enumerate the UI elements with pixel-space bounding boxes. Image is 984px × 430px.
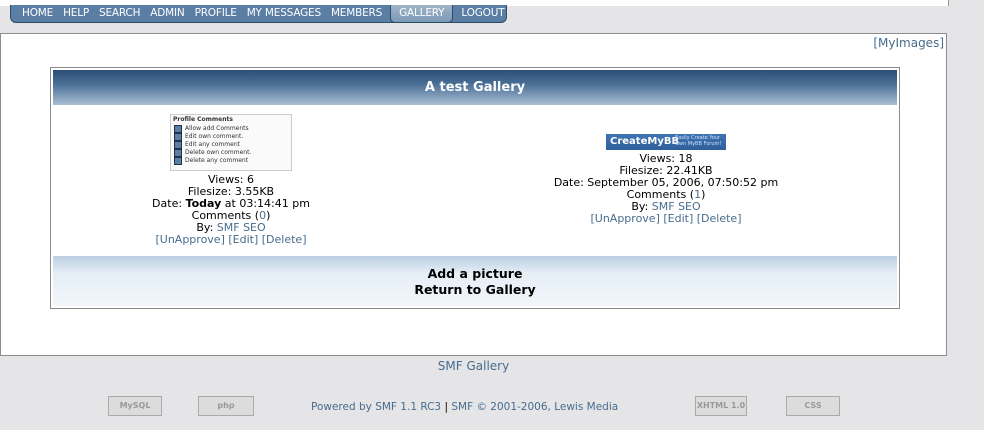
checkbox-icon xyxy=(174,125,182,133)
smf-gallery-link-wrap: SMF Gallery xyxy=(0,359,947,373)
tab-gallery[interactable]: GALLERY xyxy=(390,4,454,23)
copyright-link[interactable]: SMF © 2001-2006, Lewis Media xyxy=(451,401,618,413)
myimages-link[interactable]: [MyImages] xyxy=(873,36,944,50)
tab-logout[interactable]: LOGOUT xyxy=(456,5,509,22)
thumbnail-row-label: Edit any comment xyxy=(185,141,240,148)
page-footer: MySQL php Powered by SMF 1.1 RC3 | SMF ©… xyxy=(0,392,947,422)
smf-gallery-link[interactable]: SMF Gallery xyxy=(438,359,509,373)
delete-link[interactable]: [Delete] xyxy=(262,233,307,246)
picture-thumbnail[interactable]: Profile Comments Allow add Comments Edit… xyxy=(170,114,292,171)
checkbox-icon xyxy=(174,133,182,141)
tab-admin[interactable]: ADMIN xyxy=(145,5,189,22)
comments-suffix: ) xyxy=(701,188,706,201)
thumbnail-row-label: Edit own comment. xyxy=(185,133,244,140)
thumbnail-row: Delete own comment. xyxy=(171,149,291,157)
thumbnail-row-label: Delete any comment xyxy=(185,157,249,164)
thumbnail-caption: Profile Comments xyxy=(173,116,233,123)
gallery-title: A test Gallery xyxy=(53,70,897,105)
edit-link[interactable]: [Edit] xyxy=(228,233,258,246)
tab-search[interactable]: SEARCH xyxy=(94,5,145,22)
picture-thumbnail[interactable]: CreateMyBB Easily Create Your Own MyBB F… xyxy=(606,134,726,150)
thumbnail-row: Edit own comment. xyxy=(171,133,291,141)
copyright: Powered by SMF 1.1 RC3 | SMF © 2001-2006… xyxy=(311,401,618,413)
thumbnail-row-label: Allow add Comments xyxy=(185,125,249,132)
delete-link[interactable]: [Delete] xyxy=(697,212,742,225)
thumbnail-row-label: Delete own comment. xyxy=(185,149,252,156)
php-badge-icon[interactable]: php xyxy=(198,396,254,416)
actions: [UnApprove] [Edit] [Delete] xyxy=(516,213,816,225)
add-picture-link[interactable]: Add a picture xyxy=(53,266,897,282)
gallery-item: Profile Comments Allow add Comments Edit… xyxy=(131,114,331,246)
comments-suffix: ) xyxy=(266,209,271,222)
thumbnail-row: Allow add Comments xyxy=(171,125,291,133)
css-badge-icon[interactable]: CSS xyxy=(786,396,840,416)
thumbnail-row: Delete any comment xyxy=(171,157,291,165)
checkbox-icon xyxy=(174,141,182,149)
tab-profile[interactable]: PROFILE xyxy=(190,5,242,22)
gallery-footer: Add a picture Return to Gallery xyxy=(53,256,897,306)
mysql-badge-icon[interactable]: MySQL xyxy=(108,396,162,416)
tab-members[interactable]: MEMBERS xyxy=(326,5,387,22)
gallery-item: CreateMyBB Easily Create Your Own MyBB F… xyxy=(516,134,816,225)
tab-home[interactable]: HOME xyxy=(17,5,58,22)
xhtml-badge-icon[interactable]: XHTML 1.0 xyxy=(695,396,747,416)
thumbnail-tagline: Easily Create Your Own MyBB Forum! xyxy=(675,135,722,147)
unapprove-link[interactable]: [UnApprove] xyxy=(155,233,224,246)
return-to-gallery-link[interactable]: Return to Gallery xyxy=(53,282,897,298)
main-panel: [MyImages] A test Gallery Profile Commen… xyxy=(0,33,947,356)
powered-by-link[interactable]: Powered by SMF 1.1 RC3 xyxy=(311,401,441,413)
tab-help[interactable]: HELP xyxy=(58,5,94,22)
separator: | xyxy=(441,401,452,413)
unapprove-link[interactable]: [UnApprove] xyxy=(590,212,659,225)
checkbox-icon xyxy=(174,149,182,157)
tab-my-messages[interactable]: MY MESSAGES xyxy=(242,5,326,22)
thumbnail-caption: CreateMyBB xyxy=(610,136,680,147)
gallery-box: A test Gallery Profile Comments Allow ad… xyxy=(50,67,900,309)
edit-link[interactable]: [Edit] xyxy=(663,212,693,225)
actions: [UnApprove] [Edit] [Delete] xyxy=(131,234,331,246)
thumbnail-row: Edit any comment xyxy=(171,141,291,149)
checkbox-icon xyxy=(174,157,182,165)
main-nav: HOME HELP SEARCH ADMIN PROFILE MY MESSAG… xyxy=(10,4,509,23)
date-prefix: Date: xyxy=(152,197,186,210)
